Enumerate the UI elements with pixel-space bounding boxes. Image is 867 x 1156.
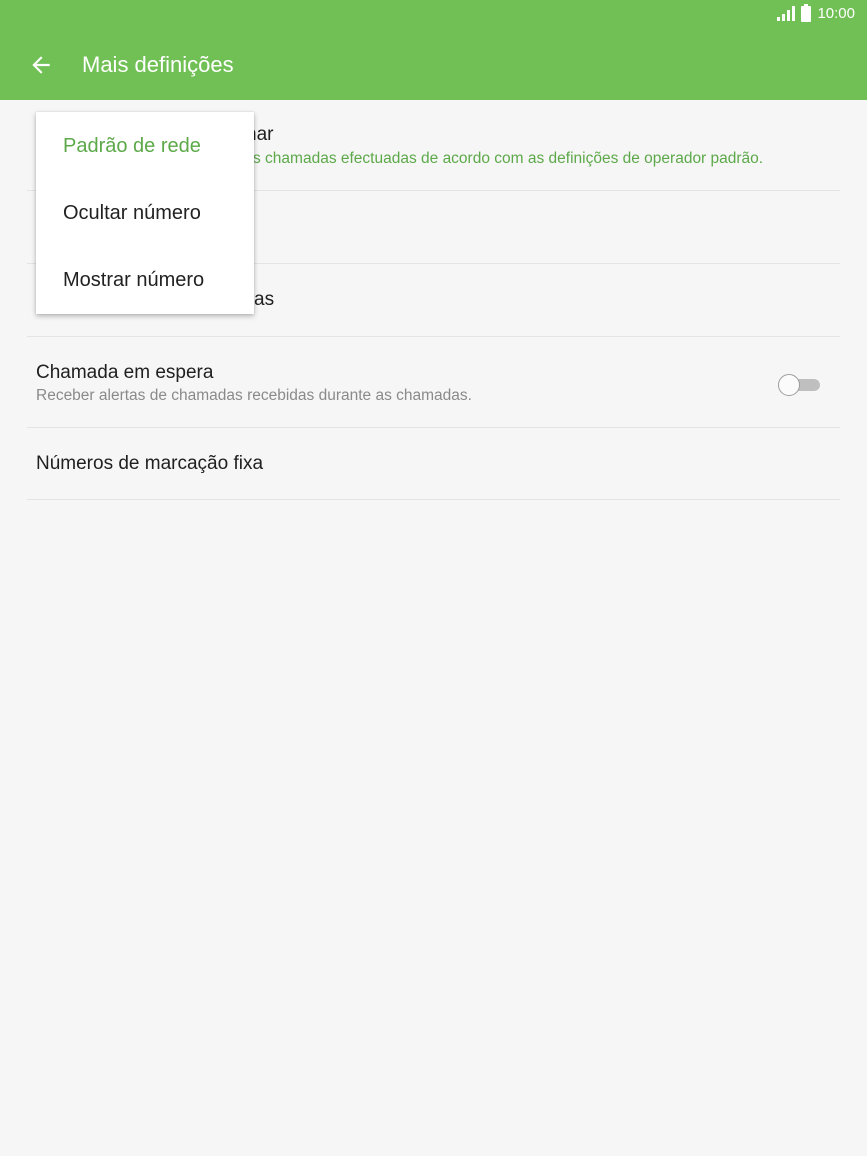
signal-icon (777, 6, 796, 21)
status-icons: 10:00 (777, 3, 855, 22)
toggle-thumb (778, 374, 800, 396)
menu-item-label: Mostrar número (63, 269, 205, 291)
menu-item-label: Ocultar número (63, 202, 201, 224)
status-bar: 10:00 (0, 0, 867, 30)
status-time: 10:00 (817, 5, 855, 22)
caller-id-dropdown: Padrão de rede Ocultar número Mostrar nú… (36, 112, 254, 314)
menu-item-network-default[interactable]: Padrão de rede (36, 112, 254, 179)
menu-item-hide-number[interactable]: Ocultar número (36, 179, 254, 246)
setting-subtitle: s chamadas efectuadas de acordo com as d… (253, 150, 764, 167)
setting-call-waiting[interactable]: Chamada em espera Receber alertas de cha… (27, 337, 840, 428)
back-arrow-icon[interactable] (28, 52, 54, 78)
setting-title: Números de marcação fixa (36, 453, 264, 474)
page-title: Mais definições (82, 52, 234, 77)
menu-item-label: Padrão de rede (63, 135, 201, 157)
setting-fixed-dialing-numbers[interactable]: Números de marcação fixa (27, 428, 840, 500)
menu-item-show-number[interactable]: Mostrar número (36, 246, 254, 313)
battery-icon (801, 3, 812, 22)
app-bar: Mais definições (0, 30, 867, 100)
setting-title: Chamada em espera (36, 362, 214, 383)
setting-subtitle: Receber alertas de chamadas recebidas du… (36, 387, 472, 404)
call-waiting-toggle[interactable] (778, 374, 820, 396)
setting-title: as (254, 289, 275, 310)
